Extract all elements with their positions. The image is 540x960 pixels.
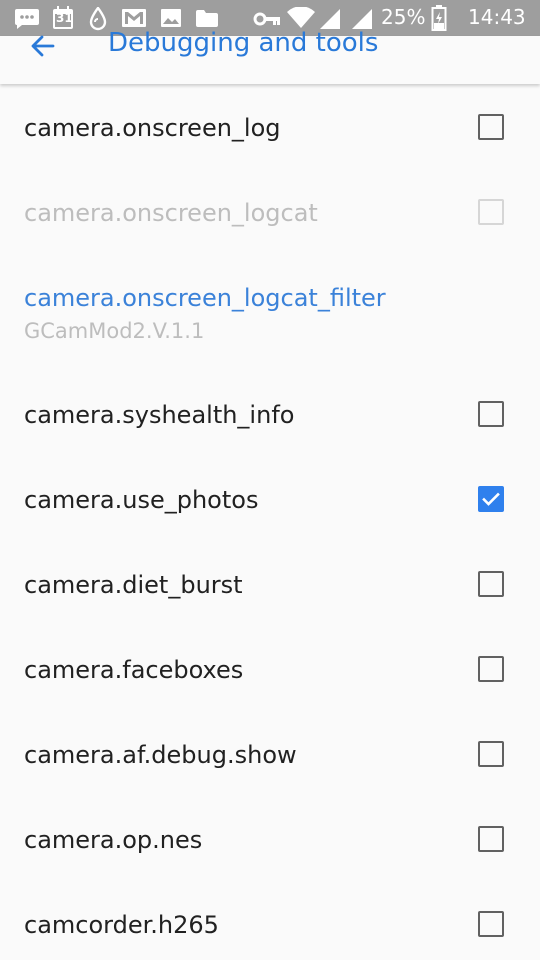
checkbox[interactable]	[478, 401, 504, 427]
settings-list: camera.onscreen_log camera.onscreen_logc…	[0, 84, 540, 960]
checkbox[interactable]	[478, 656, 504, 682]
pref-camcorder-h265[interactable]: camcorder.h265	[0, 881, 540, 960]
pref-onscreen-log[interactable]: camera.onscreen_log	[0, 84, 540, 169]
pref-label: camera.syshealth_info	[24, 401, 295, 429]
pref-onscreen-logcat-filter[interactable]: camera.onscreen_logcat_filter GCamMod2.V…	[0, 254, 540, 371]
pref-faceboxes[interactable]: camera.faceboxes	[0, 626, 540, 711]
back-button[interactable]	[24, 30, 60, 66]
pref-label: camera.onscreen_logcat_filter	[24, 284, 386, 312]
checkbox[interactable]	[478, 571, 504, 597]
app-bar: Debugging and tools	[0, 28, 540, 84]
pref-label: camera.use_photos	[24, 486, 259, 514]
pref-onscreen-logcat: camera.onscreen_logcat	[0, 169, 540, 254]
battery-percent: 25%	[381, 5, 426, 29]
pref-label: camcorder.h265	[24, 911, 219, 939]
checkbox[interactable]	[478, 741, 504, 767]
pref-use-photos[interactable]: camera.use_photos	[0, 456, 540, 541]
page-title: Debugging and tools	[108, 28, 379, 58]
pref-label: camera.onscreen_logcat	[24, 199, 318, 227]
check-icon	[482, 492, 500, 506]
pref-label: camera.faceboxes	[24, 656, 244, 684]
arrow-back-icon	[29, 34, 55, 62]
drop-icon	[89, 6, 107, 35]
pref-diet-burst[interactable]: camera.diet_burst	[0, 541, 540, 626]
pref-summary: GCamMod2.V.1.1	[24, 319, 205, 343]
checkbox[interactable]	[478, 114, 504, 140]
checkbox[interactable]	[478, 826, 504, 852]
pref-syshealth-info[interactable]: camera.syshealth_info	[0, 371, 540, 456]
calendar-day: 31	[56, 11, 73, 25]
pref-label: camera.op.nes	[24, 826, 203, 854]
checkbox-checked[interactable]	[478, 486, 504, 512]
pref-op-nes[interactable]: camera.op.nes	[0, 796, 540, 881]
pref-label: camera.diet_burst	[24, 571, 243, 599]
pref-af-debug-show[interactable]: camera.af.debug.show	[0, 711, 540, 796]
clock: 14:43	[468, 5, 526, 29]
battery-icon	[431, 5, 447, 35]
checkbox[interactable]	[478, 911, 504, 937]
pref-label: camera.af.debug.show	[24, 741, 297, 769]
pref-label: camera.onscreen_log	[24, 114, 281, 142]
checkbox	[478, 199, 504, 225]
